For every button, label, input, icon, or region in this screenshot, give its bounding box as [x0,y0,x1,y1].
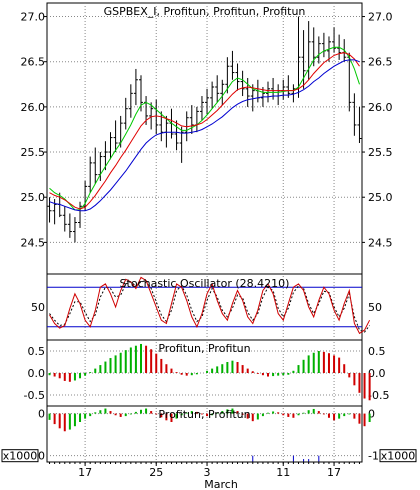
x-tick-label-1: 25 [149,466,163,479]
stoch-tick-right-0: 50 [368,301,382,314]
price-tick-right-1: 26.5 [368,56,393,69]
price-tick-left-1: 26.5 [21,56,46,69]
price-tick-left-3: 25.5 [21,146,46,159]
hist-tick-right-0: 0.5 [368,345,386,358]
hist-tick-right-1: 0.0 [368,367,386,380]
multiplier-label-right: x1000 [381,450,416,463]
price-tick-right-2: 26.0 [368,101,393,114]
price-tick-right-3: 25.5 [368,146,393,159]
price-tick-right-5: 24.5 [368,236,393,249]
stoch-tick-left-0: 50 [31,301,45,314]
multiplier-label-left: x1000 [3,450,38,463]
hist-title: Profitun, Profitun [158,342,250,355]
price-tick-left-5: 24.5 [21,236,46,249]
price-title: GSPBEX_I, Profitun, Profitun, Profitun [104,5,306,18]
vol-tick-left-0: 0 [38,408,45,421]
price-tick-left-2: 26.0 [21,101,46,114]
x-tick-label-4: 17 [327,466,341,479]
hist-tick-left-1: 0.0 [28,367,46,380]
x-tick-label-0: 17 [78,466,92,479]
price-tick-right-4: 25.0 [368,191,393,204]
hist-tick-right-2: -0.5 [368,389,389,402]
x-tick-label-3: 11 [276,466,290,479]
stoch-title: Stochastic Oscillator (28.4210) [120,277,290,290]
price-tick-left-4: 25.0 [21,191,46,204]
x-month-label: March [204,478,238,490]
price-tick-left-0: 27.0 [21,11,46,24]
hist-tick-left-2: -0.5 [24,389,45,402]
pane-frame-1 [46,2,363,275]
hist-tick-left-0: 0.5 [28,345,46,358]
vol-title: Profitun, Profitun [158,408,250,421]
chart-canvas: 27.0 27.0 26.5 26.5 26.0 26.0 25.5 25.5 25.0 25.0… [1,2,417,490]
price-tick-right-0: 27.0 [368,11,393,24]
